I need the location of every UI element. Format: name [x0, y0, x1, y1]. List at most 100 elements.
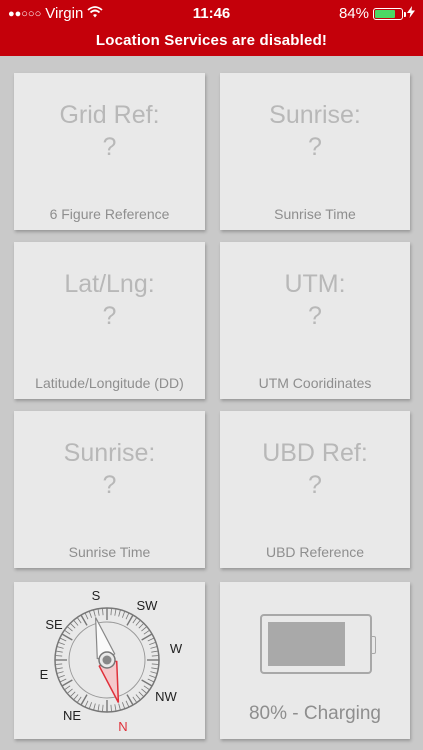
battery-tile[interactable]: 80% - Charging [220, 582, 410, 739]
compass-tick [66, 688, 73, 694]
compass-tick [151, 663, 159, 665]
tile-value: ? [308, 133, 322, 161]
compass-tick [61, 679, 73, 687]
battery-percent: 84% [338, 5, 369, 22]
compass-label-n: N [118, 719, 127, 734]
compass-tick [55, 650, 63, 653]
location-disabled-banner[interactable]: Location Services are disabled! [0, 29, 423, 53]
top-bar: ●●○○○ Virgin 11:46 84% Location Services… [0, 0, 423, 56]
compass-tick [69, 691, 76, 698]
compass-tick [73, 619, 79, 626]
compass-label-ne: NE [63, 708, 81, 723]
compass-label-e: E [40, 667, 49, 682]
compass-tick [80, 614, 88, 626]
tile-lat-lng[interactable]: Lat/Lng: ? Latitude/Longitude (DD) [14, 242, 205, 399]
compass-tick [143, 685, 150, 691]
compass-tick [88, 702, 92, 710]
compass-tick [84, 612, 89, 620]
compass-tick [57, 641, 65, 645]
tile-utm[interactable]: UTM: ? UTM Cooridinates [220, 242, 410, 399]
compass-tick [138, 622, 145, 629]
tile-title: Sunrise: [269, 101, 361, 129]
compass-tick [143, 629, 150, 635]
status-bar: ●●○○○ Virgin 11:46 84% [0, 0, 423, 28]
compass-tick [56, 646, 64, 649]
compass-tick [110, 608, 112, 616]
tile-sunrise[interactable]: Sunrise: ? Sunrise Time [220, 73, 410, 230]
battery-level-fill [268, 622, 345, 666]
tile-title: UTM: [284, 270, 346, 298]
battery-icon [373, 8, 406, 20]
compass-tick [149, 675, 157, 679]
compass-tick [141, 679, 153, 687]
charging-bolt-icon [407, 0, 415, 28]
compass-tick [97, 608, 100, 616]
compass-tick [114, 704, 117, 712]
compass-tick [126, 694, 134, 706]
compass-tick [69, 622, 76, 629]
status-right: 84% [339, 0, 415, 28]
compass-tick [150, 646, 158, 649]
compass-tick [64, 629, 71, 635]
compass-tick [80, 694, 88, 706]
battery-status-caption: 80% - Charging [248, 703, 382, 724]
compass-tick [125, 700, 130, 708]
compass-tick [55, 663, 63, 665]
compass-tick [135, 619, 141, 626]
compass-tick [141, 688, 148, 694]
tile-grid-ref[interactable]: Grid Ref: ? 6 Figure Reference [14, 73, 205, 230]
compass-icon: S SW W NW N NE E SE [40, 588, 183, 734]
compass-tick [97, 704, 100, 712]
compass-tick [122, 702, 126, 710]
compass-label-s: S [92, 588, 101, 603]
tile-ubd-ref[interactable]: UBD Ref: ? UBD Reference [220, 411, 410, 568]
compass-tick [151, 655, 159, 657]
tile-caption: 6 Figure Reference [49, 206, 170, 222]
compass-tick [132, 696, 138, 703]
compass-tick [57, 675, 65, 679]
compass-tick [88, 610, 92, 618]
compass-tick [150, 671, 158, 674]
tile-title: Grid Ref: [59, 101, 160, 129]
tile-title: Lat/Lng: [64, 270, 155, 298]
tile-caption: Sunrise Time [274, 206, 356, 222]
tile-sunrise-2[interactable]: Sunrise: ? Sunrise Time [14, 411, 205, 568]
compass-tick [149, 641, 157, 645]
compass-label-se: SE [45, 617, 63, 632]
compass-tick [118, 609, 121, 617]
compass-tick [84, 700, 89, 708]
compass-tick [102, 608, 104, 616]
battery-large-icon [260, 614, 376, 674]
compass-tick [138, 691, 145, 698]
tile-title: UBD Ref: [262, 439, 368, 467]
compass-tick [64, 685, 71, 691]
compass-tick [132, 617, 138, 624]
tile-caption: UBD Reference [265, 544, 365, 560]
compass-tick [55, 655, 63, 657]
compass-tick [73, 694, 79, 701]
compass-tick [76, 696, 82, 703]
compass-tick [76, 617, 82, 624]
compass-tick [59, 637, 67, 642]
compass-tick [118, 703, 121, 711]
compass-tick [93, 703, 96, 711]
compass-label-w: W [170, 641, 183, 656]
compass-tick [56, 671, 64, 674]
compass-label-sw: SW [137, 598, 159, 613]
tile-title: Sunrise: [63, 439, 156, 467]
tile-caption: Latitude/Longitude (DD) [35, 375, 184, 391]
compass-tick [102, 704, 104, 712]
compass-tile[interactable]: S SW W NW N NE E SE [14, 582, 205, 739]
compass-tick [135, 694, 141, 701]
tile-value: ? [102, 471, 117, 499]
compass-tick [147, 678, 155, 683]
compass-tick [151, 650, 159, 653]
compass-tick [93, 609, 96, 617]
compass-tick [59, 678, 67, 683]
compass-tick [141, 626, 148, 632]
compass-tick [147, 637, 155, 642]
tile-caption: UTM Cooridinates [258, 375, 372, 391]
compass-tick [141, 633, 153, 641]
compass-tick [61, 633, 73, 641]
compass-tick [55, 667, 63, 670]
